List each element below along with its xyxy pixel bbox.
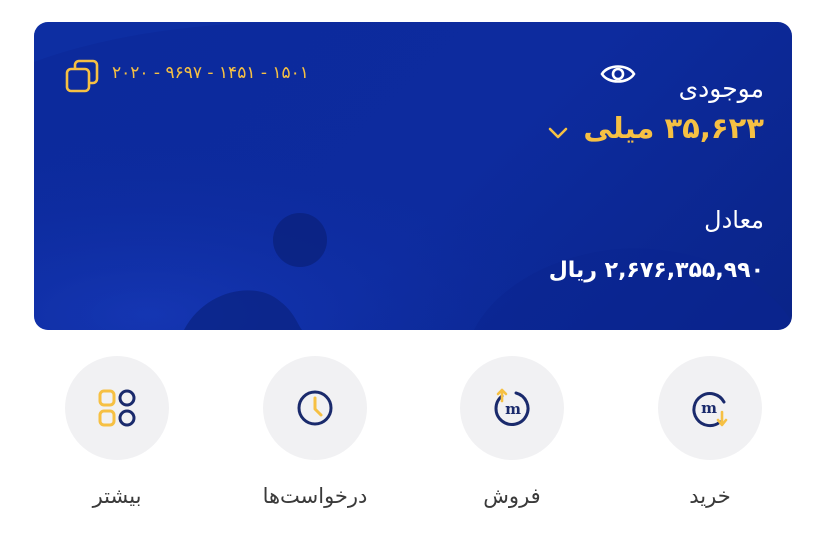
account-number: ۲۰۲۰ - ۹۶۹۷ - ۱۴۵۱ - ۱۵۰۱ bbox=[112, 63, 309, 83]
sell-label: فروش bbox=[483, 484, 541, 508]
svg-text:m: m bbox=[701, 399, 717, 417]
balance-amount: ۳۵,۶۲۳ میلی bbox=[583, 111, 764, 145]
buy-icon: m bbox=[692, 392, 728, 428]
buy-button[interactable]: m خرید bbox=[635, 352, 785, 522]
buy-label: خرید bbox=[689, 484, 731, 508]
buy-circle: m bbox=[658, 356, 762, 460]
balance-row[interactable]: ۳۵,۶۲۳ میلی bbox=[547, 110, 764, 146]
copy-icon[interactable] bbox=[64, 58, 100, 94]
sell-icon: m bbox=[494, 388, 530, 426]
balance-card: ۲۰۲۰ - ۹۶۹۷ - ۱۴۵۱ - ۱۵۰۱ موجودی ۳۵,۶۲۳ … bbox=[34, 22, 792, 330]
eye-icon[interactable] bbox=[600, 59, 636, 89]
equivalent-value: ۲,۶۷۶,۳۵۵,۹۹۰ ریال bbox=[548, 258, 764, 283]
sell-circle: m bbox=[460, 356, 564, 460]
requests-button[interactable]: درخواست‌ها bbox=[240, 352, 390, 522]
more-label: بیشتر bbox=[92, 484, 142, 508]
requests-label: درخواست‌ها bbox=[262, 484, 368, 508]
balance-label: موجودی bbox=[678, 74, 764, 103]
clock-icon bbox=[297, 390, 333, 426]
svg-text:m: m bbox=[505, 400, 521, 418]
chevron-down-icon[interactable] bbox=[547, 125, 569, 141]
equivalent-label: معادل bbox=[704, 206, 764, 234]
sell-button[interactable]: m فروش bbox=[437, 352, 587, 522]
more-circle bbox=[65, 356, 169, 460]
action-bar: بیشتر درخواست‌ها m فروش bbox=[0, 352, 827, 536]
wallet-screen: ۲۰۲۰ - ۹۶۹۷ - ۱۴۵۱ - ۱۵۰۱ موجودی ۳۵,۶۲۳ … bbox=[0, 0, 827, 536]
more-button[interactable]: بیشتر bbox=[42, 352, 192, 522]
requests-circle bbox=[263, 356, 367, 460]
grid-icon bbox=[98, 389, 136, 427]
